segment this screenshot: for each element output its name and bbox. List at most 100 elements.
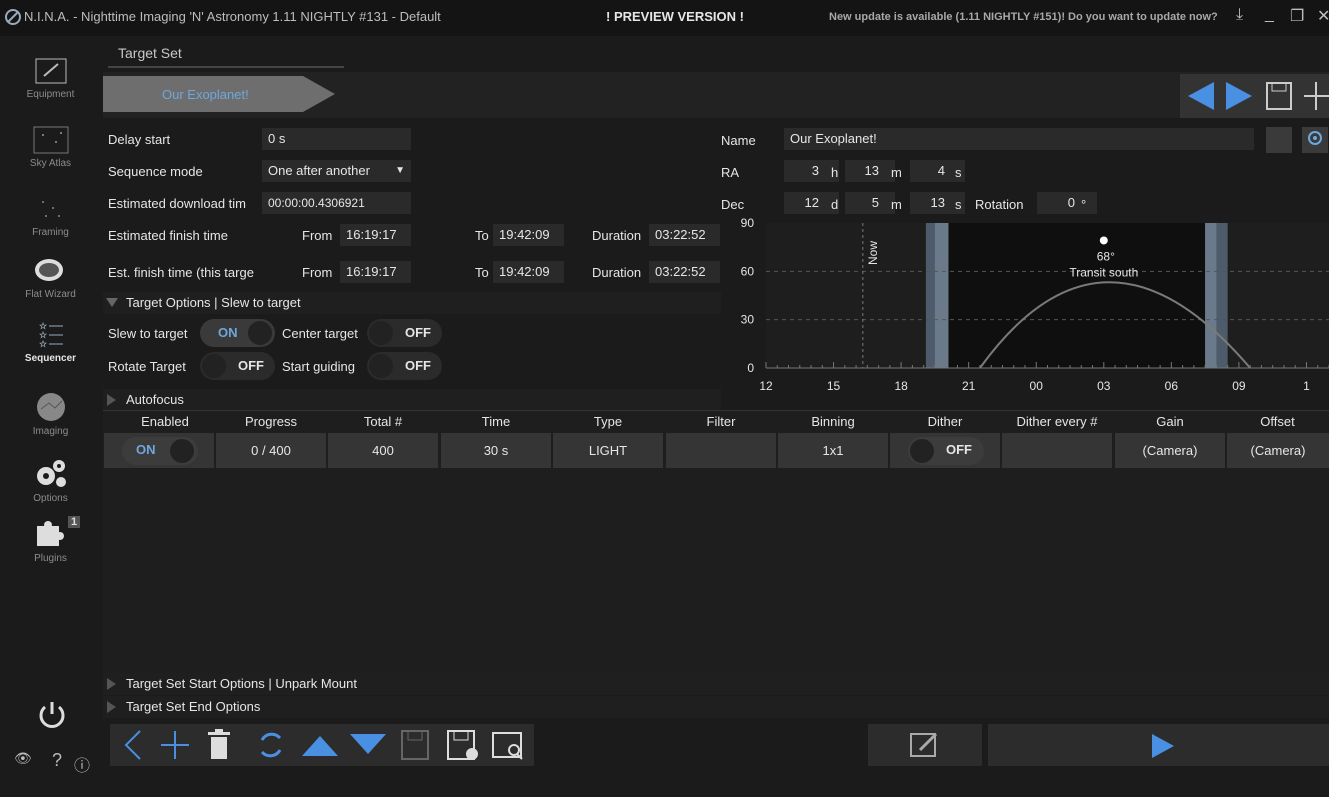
rotation-input[interactable]: 0: [1037, 192, 1097, 214]
next-target-icon[interactable]: [1224, 80, 1254, 112]
back-icon[interactable]: [118, 728, 148, 762]
target-finish-duration-value: 03:22:52: [649, 261, 720, 283]
sidebar-item-flat-wizard[interactable]: Flat Wizard: [0, 256, 101, 300]
sky-survey-icon[interactable]: [1266, 127, 1292, 153]
toggle-knob: [170, 439, 194, 463]
power-icon[interactable]: [36, 698, 68, 730]
sidebar-item-plugins[interactable]: 1 Plugins: [0, 514, 101, 564]
enabled-cell[interactable]: ON: [104, 433, 214, 468]
trash-icon[interactable]: [204, 728, 234, 762]
target-tab[interactable]: Our Exoplanet!: [162, 87, 249, 102]
total-cell[interactable]: 400: [328, 433, 438, 468]
edit-notes-button[interactable]: [868, 724, 982, 766]
to-label: To: [475, 265, 489, 280]
reset-icon[interactable]: [254, 728, 288, 762]
night-region: [948, 223, 1206, 368]
end-options-section[interactable]: Target Set End Options: [103, 696, 1329, 718]
header-total: Total #: [363, 414, 403, 429]
guiding-toggle[interactable]: OFF: [367, 352, 442, 380]
dec-seconds-unit: s: [955, 197, 962, 212]
minimize-button[interactable]: _: [1265, 6, 1274, 24]
x-tick-label: 09: [1232, 379, 1246, 393]
rotate-toggle[interactable]: OFF: [200, 352, 275, 380]
svg-text:☆: ☆: [39, 339, 48, 349]
center-toggle[interactable]: OFF: [367, 319, 442, 347]
delay-start-label: Delay start: [108, 132, 171, 147]
close-button[interactable]: ✕: [1317, 6, 1329, 26]
save-target-icon[interactable]: [1264, 80, 1294, 112]
name-label: Name: [721, 133, 756, 148]
sequence-mode-select[interactable]: One after another ▼: [262, 160, 411, 182]
target-name-input[interactable]: Our Exoplanet!: [784, 128, 1254, 150]
offset-cell[interactable]: (Camera): [1227, 433, 1329, 468]
slew-label: Slew to target: [108, 326, 188, 341]
sidebar-item-label: Plugins: [34, 553, 67, 564]
load-icon[interactable]: [490, 728, 528, 762]
sidebar-item-sequencer[interactable]: ☆ ☆ ☆ Sequencer: [0, 320, 101, 364]
binning-cell[interactable]: 1x1: [778, 433, 888, 468]
autofocus-section[interactable]: Autofocus: [103, 389, 721, 411]
rotation-value: 0: [1067, 195, 1075, 210]
maximize-button[interactable]: ❐: [1290, 6, 1304, 26]
dither-toggle[interactable]: OFF: [908, 437, 984, 465]
previous-target-icon[interactable]: [1186, 80, 1216, 112]
x-tick-label: 03: [1097, 379, 1111, 393]
sequencer-icon: ☆☆☆: [39, 321, 63, 349]
sidebar-item-options[interactable]: Options: [0, 456, 101, 504]
add-target-icon[interactable]: [1304, 80, 1329, 112]
toggle-knob: [369, 321, 393, 345]
dec-minutes-value: 5: [871, 195, 879, 210]
eye-icon[interactable]: 👁: [14, 750, 32, 767]
download-icon[interactable]: ⤓: [1236, 6, 1243, 24]
update-link[interactable]: New update is available (1.11 NIGHTLY #1…: [829, 11, 1218, 23]
type-cell[interactable]: LIGHT: [553, 433, 663, 468]
sidebar-item-equipment[interactable]: Equipment: [0, 56, 101, 100]
preview-label: ! PREVIEW VERSION !: [606, 9, 744, 24]
tab-target-set[interactable]: Target Set: [118, 45, 182, 61]
sidebar-item-sky-atlas[interactable]: Sky Atlas: [0, 125, 101, 169]
enabled-toggle[interactable]: ON: [122, 437, 198, 465]
save-icon[interactable]: [398, 728, 432, 762]
info-icon[interactable]: ⓘ: [74, 752, 90, 776]
header-gain: Gain: [1156, 414, 1184, 429]
ra-hours-value: 3: [811, 163, 819, 178]
target-finish-from-value: 16:19:17: [340, 261, 411, 283]
altitude-chart: 90 60 30 0 12 15 18 21 00 03 06 09 1 Now 68° Transit so…: [741, 216, 1329, 393]
est-download-label: Estimated download tim: [108, 196, 247, 211]
sidebar-item-framing[interactable]: Framing: [0, 194, 101, 238]
ra-seconds-unit: s: [955, 165, 962, 180]
start-options-section[interactable]: Target Set Start Options | Unpark Mount: [103, 673, 1329, 695]
dither-cell[interactable]: OFF: [890, 433, 1000, 468]
gain-cell[interactable]: (Camera): [1115, 433, 1225, 468]
sidebar-item-imaging[interactable]: Imaging: [0, 391, 101, 437]
toggle-knob: [248, 321, 272, 345]
dec-minutes-input[interactable]: 5: [845, 192, 895, 214]
plugins-badge: 1: [68, 516, 81, 528]
collapse-icon: [106, 298, 118, 307]
target-options-section[interactable]: Target Options | Slew to target: [103, 292, 721, 314]
x-tick-label: 18: [894, 379, 908, 393]
rotation-unit: °: [1081, 197, 1087, 212]
start-sequence-button[interactable]: [988, 724, 1329, 766]
dither-every-cell[interactable]: [1002, 433, 1112, 468]
transit-label: Transit south: [1069, 265, 1138, 279]
tab-bar: [103, 38, 1329, 68]
location-pin-icon[interactable]: [1302, 127, 1328, 153]
help-icon[interactable]: ?: [52, 750, 62, 771]
sidebar-item-label: Sequencer: [24, 353, 77, 364]
add-icon[interactable]: [158, 728, 192, 762]
edit-icon: [910, 732, 938, 757]
ra-minutes-input[interactable]: 13: [845, 160, 895, 182]
slew-toggle[interactable]: ON: [200, 319, 275, 347]
filter-cell[interactable]: [666, 433, 776, 468]
move-down-icon[interactable]: [348, 728, 388, 762]
save-as-icon[interactable]: [444, 728, 482, 762]
time-cell[interactable]: 30 s: [441, 433, 551, 468]
sequence-mode-value: One after another: [268, 163, 370, 178]
from-label: From: [302, 265, 333, 280]
move-up-icon[interactable]: [300, 728, 340, 762]
atlas-icon: [33, 126, 68, 154]
sidebar-item-label: Options: [33, 493, 68, 504]
progress-cell[interactable]: 0 / 400: [216, 433, 326, 468]
delay-start-input[interactable]: 0 s: [262, 128, 411, 150]
